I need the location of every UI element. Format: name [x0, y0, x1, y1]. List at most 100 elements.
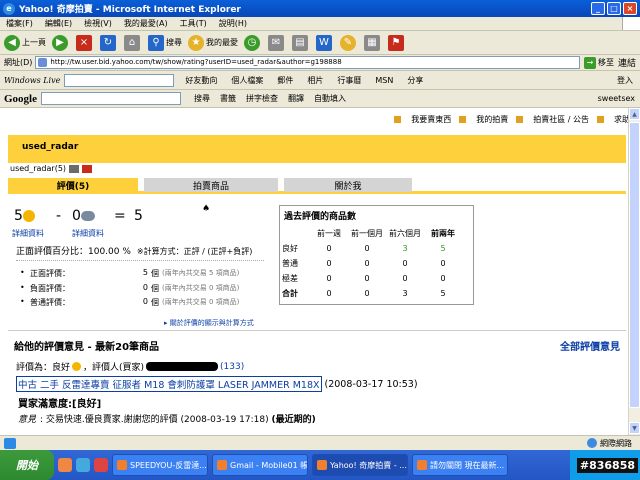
live-item-profile[interactable]: 個人檔案: [231, 75, 263, 86]
live-item-calendar[interactable]: 行事曆: [337, 75, 361, 86]
menu-view[interactable]: 檢視(V): [78, 18, 118, 29]
menu-edit[interactable]: 編輯(E): [39, 18, 78, 29]
address-input[interactable]: http://tw.user.bid.yahoo.com/tw/show/rat…: [35, 56, 580, 69]
breakdown-positive: • 正面評價： 5 個 (兩年內共交易 5 項商品): [20, 268, 240, 278]
help-icon: [597, 116, 604, 123]
favorites-button[interactable]: ★ 我的最愛: [188, 34, 238, 51]
windows-live-toolbar: Windows Live 好友動向 個人檔案 郵件 相片 行事曆 MSN 分享 …: [0, 71, 640, 90]
menu-help[interactable]: 說明(H): [213, 18, 253, 29]
edit-button[interactable]: W: [316, 34, 334, 51]
live-item-share[interactable]: 分享: [407, 75, 423, 86]
stop-icon: ×: [76, 34, 92, 51]
live-item-mail[interactable]: 郵件: [277, 75, 293, 86]
status-bar: 網際網路: [0, 435, 640, 450]
messenger-button[interactable]: ✎: [340, 34, 358, 51]
history-button[interactable]: ◷: [244, 34, 262, 51]
go-button[interactable]: → 移至: [583, 56, 614, 69]
negative-detail-link[interactable]: 詳細資料: [72, 228, 104, 239]
task-gmail[interactable]: Gmail - Mobile01 帳...: [212, 454, 308, 476]
menu-favorites[interactable]: 我的最愛(A): [118, 18, 174, 29]
window-title: Yahoo! 奇摩拍賣 - Microsoft Internet Explore…: [19, 5, 241, 15]
toplink-help[interactable]: 求助: [597, 114, 628, 125]
rater-count-link[interactable]: (133): [220, 362, 244, 372]
google-search-input[interactable]: [41, 92, 181, 105]
back-button[interactable]: ◀ 上一頁: [4, 34, 46, 51]
toplink-community[interactable]: 拍賣社區 / 公告: [516, 114, 589, 125]
favorites-label: 我的最愛: [206, 38, 238, 47]
quicklaunch-ie-icon[interactable]: [76, 458, 90, 472]
address-bar: 網址(D) http://tw.user.bid.yahoo.com/tw/sh…: [0, 55, 640, 71]
minimize-button[interactable]: _: [591, 2, 605, 15]
maximize-button[interactable]: □: [607, 2, 621, 15]
task-yahoo[interactable]: Yahoo! 奇摩拍賣 - ...: [312, 454, 408, 476]
live-search-input[interactable]: [64, 73, 175, 87]
username-rating[interactable]: used_radar(5): [10, 164, 66, 173]
google-autofill-button[interactable]: 自動填入: [314, 93, 346, 104]
live-signin[interactable]: 登入: [617, 75, 633, 86]
google-search-button[interactable]: 搜尋: [194, 93, 210, 104]
scroll-thumb[interactable]: [629, 122, 640, 408]
refresh-icon: ↻: [100, 34, 116, 51]
forward-button[interactable]: ▶: [52, 34, 70, 51]
rating-entry: 評價為：良好 ，評價人(買家) (133): [16, 361, 245, 374]
all-ratings-link[interactable]: 全部評價意見: [560, 338, 620, 353]
google-bookmarks-button[interactable]: 書籤: [220, 93, 236, 104]
item-link[interactable]: 中古 二手 反雷達專賣 征服者 M18 會刺防護罩 LASER JAMMER M…: [16, 376, 322, 392]
live-item-friends[interactable]: 好友動向: [185, 75, 217, 86]
tab-about-me[interactable]: 關於我: [284, 178, 412, 192]
tab-auction-items[interactable]: 拍賣商品: [144, 178, 278, 192]
google-account-button[interactable]: sweetsex: [598, 94, 635, 103]
breakdown-neutral: • 普通評價： 0 個 (兩年內共交易 0 項商品): [20, 297, 240, 307]
sell-icon: [394, 116, 402, 123]
google-logo: Google: [4, 92, 37, 105]
toplink-my-auction[interactable]: 我的拍賣: [459, 114, 508, 125]
stats-title: 過去評價的商品數: [284, 212, 357, 222]
links-label[interactable]: 連結: [618, 56, 636, 69]
live-item-msn[interactable]: MSN: [375, 76, 393, 85]
search-label: 搜尋: [166, 38, 182, 47]
quicklaunch-media-icon[interactable]: [94, 458, 108, 472]
page-icon: [38, 58, 48, 67]
messenger-icon: ✎: [340, 34, 356, 51]
task-notice[interactable]: 請勿關閉 現在最新...: [412, 454, 508, 476]
close-button[interactable]: ×: [623, 2, 637, 15]
scroll-down-icon[interactable]: ▼: [629, 422, 640, 434]
go-arrow-icon: →: [583, 56, 596, 69]
mail-icon: ✉: [268, 34, 284, 51]
equals-sign: =: [114, 208, 126, 224]
vertical-scrollbar[interactable]: ▲ ▼: [628, 108, 640, 435]
task-app-icon: [217, 460, 227, 470]
google-translate-button[interactable]: 翻譯: [288, 93, 304, 104]
go-label: 移至: [597, 58, 614, 67]
search-button[interactable]: ⚲ 搜尋: [148, 34, 182, 51]
start-button[interactable]: 開始: [0, 450, 54, 480]
live-item-photos[interactable]: 相片: [307, 75, 323, 86]
menu-file[interactable]: 檔案(F): [0, 18, 39, 29]
research-button[interactable]: ▦: [364, 34, 382, 51]
toplink-sell[interactable]: 我要賣東西: [394, 114, 451, 125]
stop-button[interactable]: ×: [76, 34, 94, 51]
back-arrow-icon: ◀: [4, 34, 20, 51]
rating-explain-link[interactable]: ▸ 關於評價的顯示與計算方式: [164, 318, 254, 328]
google-spellcheck-button[interactable]: 拼字檢查: [246, 93, 278, 104]
stats-row-total: 合計 0 0 3 5: [282, 289, 446, 298]
flag-button[interactable]: ⚑: [388, 34, 406, 51]
tab-ratings[interactable]: 評價(5): [8, 178, 138, 192]
internet-globe-icon: [587, 438, 597, 448]
calc-rule: ※計算方式：正評 / (正評+負評): [136, 247, 253, 256]
quicklaunch-firefox-icon[interactable]: [58, 458, 72, 472]
profile-icon[interactable]: [69, 164, 80, 173]
scroll-up-icon[interactable]: ▲: [629, 108, 640, 120]
cloud-icon: [80, 211, 95, 221]
task-app-icon: [317, 460, 327, 470]
menu-tools[interactable]: 工具(T): [174, 18, 213, 29]
rating-stats-box: 過去評價的商品數 前一週 前一個月 前六個月 前兩年 良好 0 0 3 5 普通…: [279, 205, 474, 305]
task-speedyou[interactable]: SPEEDYOU-反雷達...: [112, 454, 208, 476]
google-toolbar: Google 搜尋 書籤 拼字檢查 翻譯 自動填入 sweetsex: [0, 90, 640, 108]
print-button[interactable]: ▤: [292, 34, 310, 51]
mail-button[interactable]: ✉: [268, 34, 286, 51]
positive-detail-link[interactable]: 詳細資料: [12, 228, 44, 239]
refresh-button[interactable]: ↻: [100, 34, 118, 51]
user-subline: used_radar(5): [10, 164, 93, 173]
home-button[interactable]: ⌂: [124, 34, 142, 51]
